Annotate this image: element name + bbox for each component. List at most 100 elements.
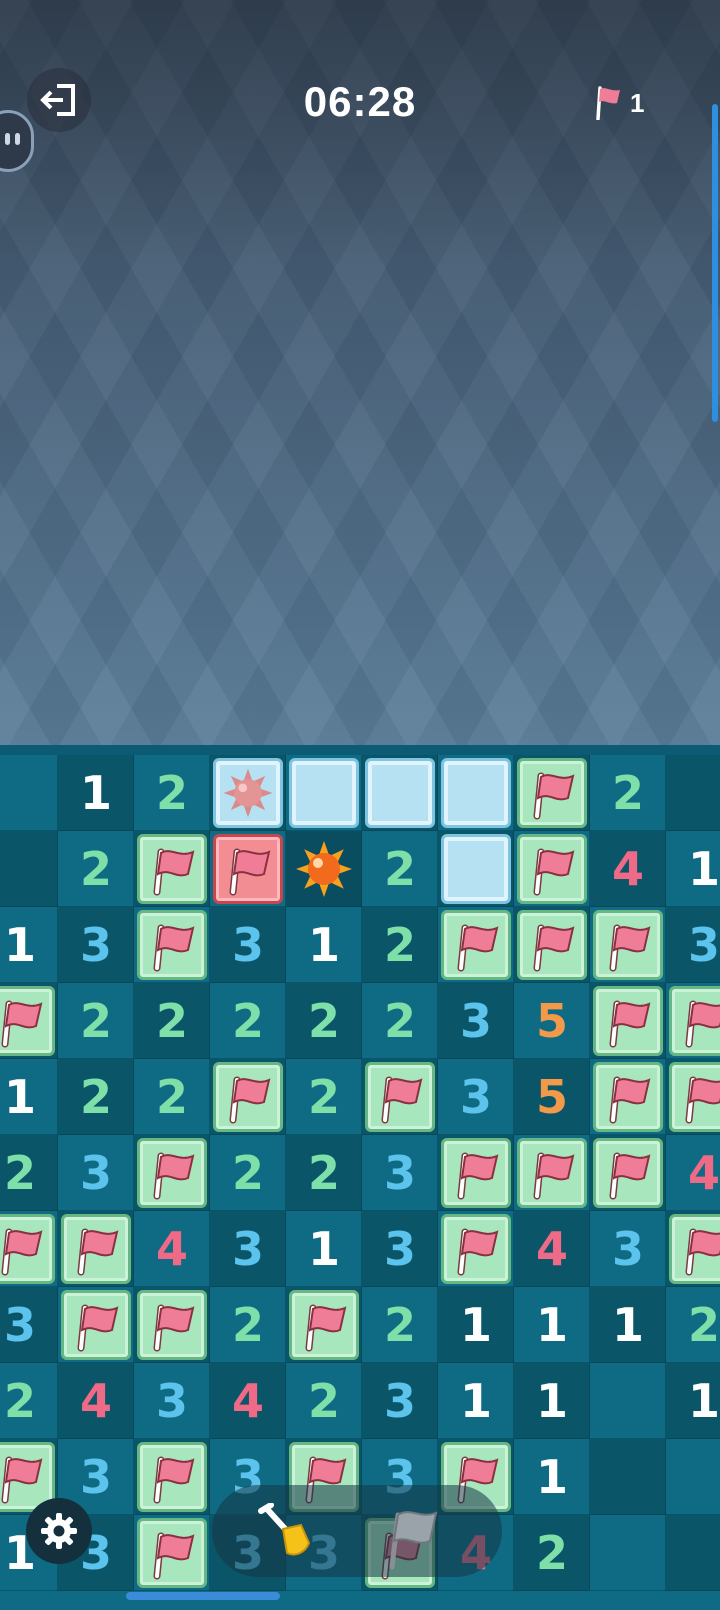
board-cell[interactable] (514, 831, 590, 907)
board-cell[interactable] (58, 1211, 134, 1287)
board-cell[interactable] (590, 1515, 666, 1591)
board-cell[interactable] (666, 1211, 720, 1287)
board-cell[interactable]: 4 (590, 831, 666, 907)
board-cell[interactable]: 2 (58, 983, 134, 1059)
board-cell[interactable]: 2 (286, 1363, 362, 1439)
board-cell[interactable] (666, 1515, 720, 1591)
board-cell[interactable]: 3 (58, 1135, 134, 1211)
board-cell[interactable]: 2 (134, 1059, 210, 1135)
board-cell[interactable] (514, 907, 590, 983)
board-cell[interactable]: 3 (134, 1363, 210, 1439)
board-cell[interactable]: 1 (286, 1211, 362, 1287)
board-cell[interactable] (210, 1059, 286, 1135)
board-cell[interactable] (590, 1363, 666, 1439)
board-cell[interactable]: 2 (666, 1287, 720, 1363)
board-cell[interactable]: 1 (514, 1439, 590, 1515)
board-cell[interactable] (134, 1287, 210, 1363)
board-cell[interactable]: 4 (58, 1363, 134, 1439)
board-cell[interactable]: 3 (362, 1211, 438, 1287)
board-cell[interactable]: 1 (438, 1287, 514, 1363)
board-cell[interactable] (362, 1059, 438, 1135)
board-cell[interactable]: 4 (210, 1363, 286, 1439)
board-cell[interactable]: 1 (0, 907, 58, 983)
board-cell[interactable] (134, 907, 210, 983)
board-cell[interactable] (0, 831, 58, 907)
board-cell[interactable]: 2 (210, 983, 286, 1059)
board-cell[interactable]: 2 (286, 983, 362, 1059)
board-cell[interactable]: 2 (362, 907, 438, 983)
board-cell[interactable] (590, 983, 666, 1059)
board-cell[interactable]: 2 (0, 1363, 58, 1439)
board-cell[interactable] (514, 755, 590, 831)
board-cell[interactable]: 2 (362, 983, 438, 1059)
board-cell[interactable]: 2 (286, 1135, 362, 1211)
board-cell[interactable] (514, 1135, 590, 1211)
board-cell[interactable] (134, 1439, 210, 1515)
flag-tool-button[interactable] (372, 1495, 448, 1571)
board-cell[interactable]: 1 (666, 1363, 720, 1439)
board-cell[interactable]: 5 (514, 1059, 590, 1135)
board-cell[interactable] (438, 831, 514, 907)
board-cell[interactable] (590, 907, 666, 983)
board-cell[interactable]: 1 (0, 1059, 58, 1135)
board-cell[interactable]: 3 (438, 983, 514, 1059)
board-cell[interactable] (438, 907, 514, 983)
board-cell[interactable]: 4 (134, 1211, 210, 1287)
board-cell[interactable]: 1 (514, 1287, 590, 1363)
board-cell[interactable] (590, 1059, 666, 1135)
board-cell[interactable] (0, 1211, 58, 1287)
board-cell[interactable]: 2 (134, 755, 210, 831)
board-cell[interactable]: 1 (438, 1363, 514, 1439)
board-cell[interactable]: 4 (666, 1135, 720, 1211)
board-cell[interactable] (286, 1287, 362, 1363)
board-cell[interactable] (58, 1287, 134, 1363)
board-cell[interactable]: 3 (362, 1135, 438, 1211)
board-cell[interactable]: 1 (58, 755, 134, 831)
board-cell[interactable] (134, 1515, 210, 1591)
board-cell[interactable]: 1 (286, 907, 362, 983)
board-cell[interactable] (438, 1135, 514, 1211)
board-cell[interactable] (0, 983, 58, 1059)
board-cell[interactable]: 3 (438, 1059, 514, 1135)
board-cell[interactable]: 2 (362, 1287, 438, 1363)
emoji-chat-button[interactable] (0, 110, 34, 172)
board-cell[interactable]: 2 (0, 1135, 58, 1211)
exploded-mine-cell[interactable] (286, 831, 362, 907)
board-cell[interactable]: 2 (58, 831, 134, 907)
board-cell[interactable] (210, 831, 286, 907)
board-cell[interactable] (134, 1135, 210, 1211)
board-cell[interactable]: 2 (210, 1135, 286, 1211)
board-cell[interactable]: 3 (210, 907, 286, 983)
board-cell[interactable]: 3 (362, 1363, 438, 1439)
board-cell[interactable]: 1 (590, 1287, 666, 1363)
exit-button[interactable] (27, 68, 91, 132)
board-cell[interactable]: 2 (286, 1059, 362, 1135)
board-cell[interactable] (666, 1439, 720, 1515)
board-cell[interactable]: 2 (134, 983, 210, 1059)
board-cell[interactable]: 3 (0, 1287, 58, 1363)
board-cell[interactable]: 1 (666, 831, 720, 907)
board-cell[interactable] (134, 831, 210, 907)
dig-tool-button[interactable] (257, 1502, 317, 1563)
board-cell[interactable]: 5 (514, 983, 590, 1059)
board-cell[interactable] (438, 1211, 514, 1287)
board-cell[interactable]: 2 (210, 1287, 286, 1363)
board-cell[interactable]: 2 (58, 1059, 134, 1135)
board-cell[interactable] (438, 755, 514, 831)
board-cell[interactable]: 2 (362, 831, 438, 907)
board-cell[interactable]: 1 (514, 1363, 590, 1439)
board-cell[interactable] (286, 755, 362, 831)
board-cell[interactable] (590, 1135, 666, 1211)
board-cell[interactable]: 3 (210, 1211, 286, 1287)
board-cell[interactable]: 2 (514, 1515, 590, 1591)
board-cell[interactable] (210, 755, 286, 831)
board-cell[interactable] (362, 755, 438, 831)
board-cell[interactable] (666, 1059, 720, 1135)
board-cell[interactable]: 3 (666, 907, 720, 983)
board-cell[interactable]: 2 (590, 755, 666, 831)
board-cell[interactable] (666, 755, 720, 831)
board-cell[interactable] (0, 755, 58, 831)
board-cell[interactable] (590, 1439, 666, 1515)
board-cell[interactable]: 3 (590, 1211, 666, 1287)
board-cell[interactable]: 3 (58, 907, 134, 983)
